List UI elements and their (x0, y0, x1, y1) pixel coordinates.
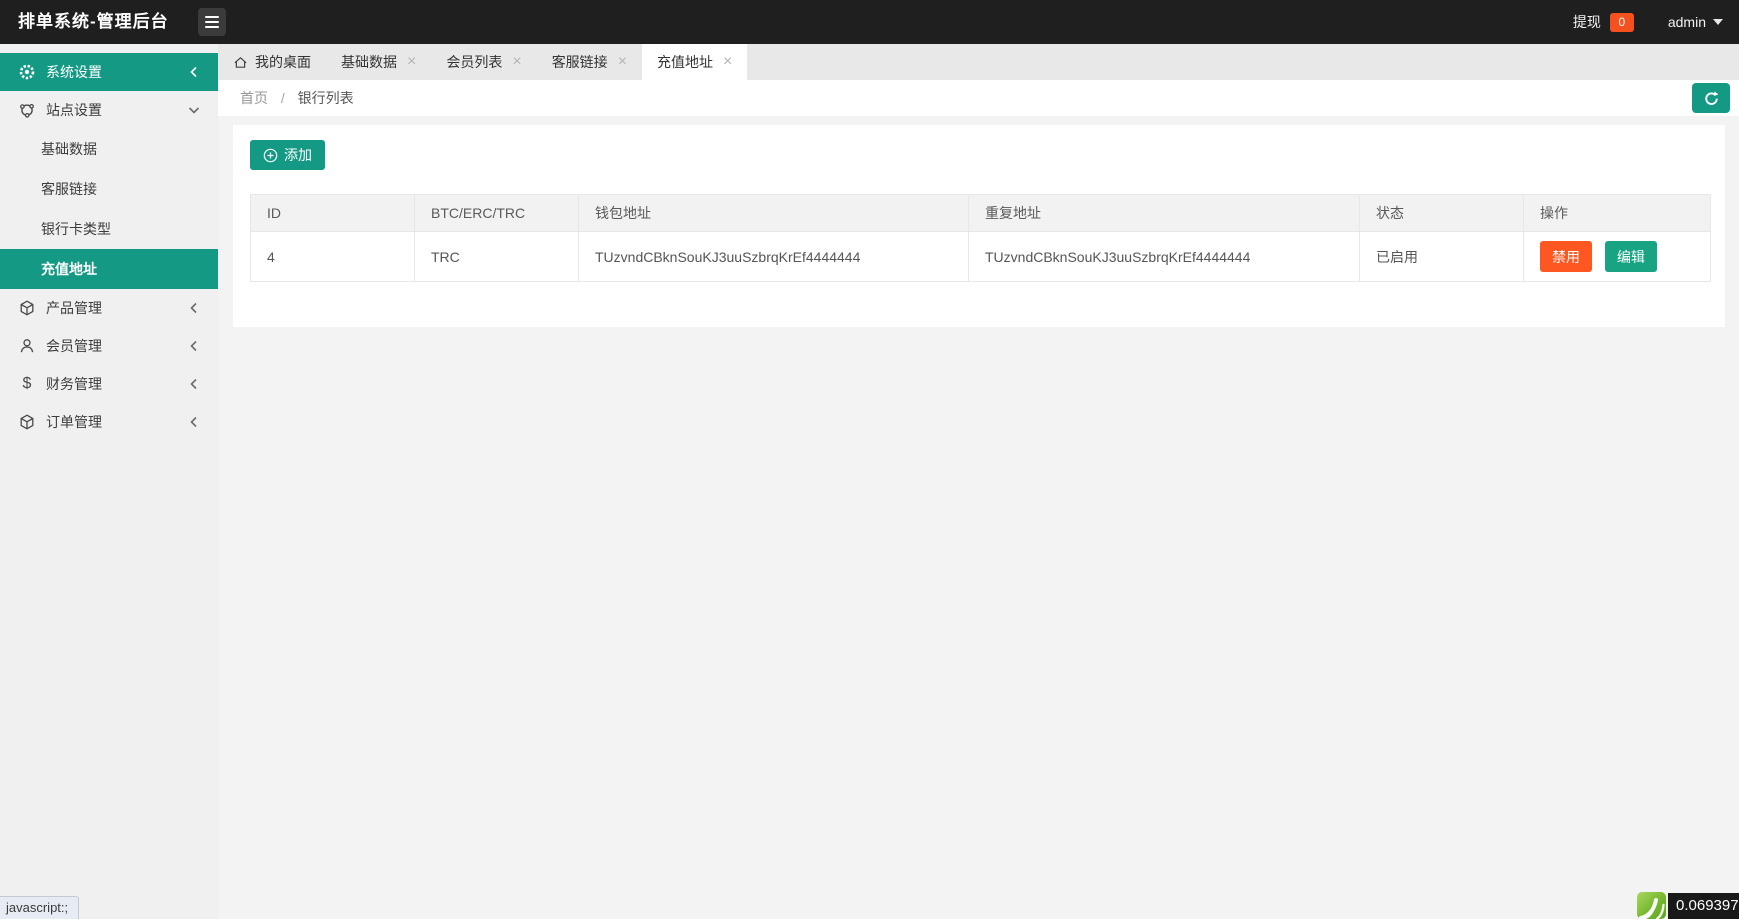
header-wallet-address: 钱包地址 (579, 195, 969, 232)
header-duplicate-address: 重复地址 (969, 195, 1360, 232)
sidebar-item-label: 银行卡类型 (41, 219, 111, 239)
chevron-left-icon (186, 64, 202, 80)
topbar: 排单系统-管理后台 提现 0 admin (0, 0, 1739, 44)
chevron-left-icon (186, 414, 202, 430)
sidebar-item-site-settings[interactable]: 站点设置 (0, 91, 218, 129)
chevron-down-icon (186, 102, 202, 118)
menu-toggle-button[interactable] (198, 8, 226, 36)
refresh-icon (1703, 90, 1720, 107)
address-table: ID BTC/ERC/TRC 钱包地址 重复地址 状态 操作 4 TRC TUz… (250, 194, 1711, 282)
tab-my-desktop[interactable]: 我的桌面 (218, 44, 326, 80)
main-content: 添加 ID BTC/ERC/TRC 钱包地址 重复地址 状态 操作 4 (218, 116, 1739, 919)
close-icon[interactable]: × (618, 55, 627, 69)
breadcrumb: 首页 / 银行列表 (240, 80, 354, 116)
header-chain-type: BTC/ERC/TRC (415, 195, 579, 232)
home-icon (233, 55, 248, 70)
breadcrumb-bar: 首页 / 银行列表 (218, 80, 1739, 116)
plus-circle-icon (263, 148, 278, 163)
close-icon[interactable]: × (723, 55, 732, 69)
leaf-widget-icon[interactable] (1637, 892, 1666, 919)
sidebar: 系统设置 站点设置 基础数据 客服链接 银行卡类型 充值地址 产品管理 (0, 44, 218, 919)
content-card: 添加 ID BTC/ERC/TRC 钱包地址 重复地址 状态 操作 4 (233, 125, 1725, 327)
tab-member-list[interactable]: 会员列表 × (431, 44, 536, 80)
sidebar-item-label: 产品管理 (46, 298, 102, 318)
sidebar-item-service-link[interactable]: 客服链接 (0, 169, 218, 209)
add-button-label: 添加 (284, 145, 312, 165)
user-icon (18, 337, 36, 355)
close-icon[interactable]: × (407, 55, 416, 69)
tab-recharge-address[interactable]: 充值地址 × (642, 44, 747, 80)
sidebar-item-finance-management[interactable]: $ 财务管理 (0, 365, 218, 403)
sidebar-item-label: 客服链接 (41, 179, 97, 199)
chevron-left-icon (186, 376, 202, 392)
tab-label: 充值地址 (657, 52, 713, 72)
tab-label: 会员列表 (446, 52, 502, 72)
table-header-row: ID BTC/ERC/TRC 钱包地址 重复地址 状态 操作 (251, 195, 1711, 232)
close-icon[interactable]: × (512, 55, 521, 69)
user-menu[interactable]: admin (1668, 14, 1706, 30)
add-button[interactable]: 添加 (250, 140, 325, 170)
tab-basic-data[interactable]: 基础数据 × (326, 44, 431, 80)
sidebar-item-label: 订单管理 (46, 412, 102, 432)
hamburger-icon (205, 16, 219, 18)
tab-label: 客服链接 (552, 52, 608, 72)
globe-nodes-icon (18, 101, 36, 119)
sidebar-item-order-management[interactable]: 订单管理 (0, 403, 218, 441)
edit-button[interactable]: 编辑 (1605, 241, 1657, 272)
breadcrumb-current: 银行列表 (298, 90, 354, 106)
cube-icon (18, 413, 36, 431)
header-actions: 操作 (1524, 195, 1711, 232)
tab-service-link[interactable]: 客服链接 × (537, 44, 642, 80)
header-status: 状态 (1360, 195, 1524, 232)
cell-wallet-address: TUzvndCBknSouKJ3uuSzbrqKrEf4444444 (579, 232, 969, 282)
dollar-icon: $ (18, 375, 36, 393)
tab-strip: 我的桌面 基础数据 × 会员列表 × 客服链接 × 充值地址 × (218, 44, 1739, 80)
sidebar-item-member-management[interactable]: 会员管理 (0, 327, 218, 365)
topbar-right: 提现 0 admin (1573, 0, 1723, 44)
caret-down-icon[interactable] (1713, 19, 1723, 25)
chevron-left-icon (186, 338, 202, 354)
sidebar-item-label: 财务管理 (46, 374, 102, 394)
status-link-hint: javascript:; (0, 896, 79, 919)
tab-label: 基础数据 (341, 52, 397, 72)
cell-chain-type: TRC (415, 232, 579, 282)
app-title: 排单系统-管理后台 (18, 0, 169, 44)
sidebar-item-system-settings[interactable]: 系统设置 (0, 53, 218, 91)
chevron-left-icon (186, 300, 202, 316)
sidebar-item-basic-data[interactable]: 基础数据 (0, 129, 218, 169)
sidebar-item-label: 基础数据 (41, 139, 97, 159)
sidebar-item-bankcard-type[interactable]: 银行卡类型 (0, 209, 218, 249)
corner-widget: 0.0693979 (1637, 892, 1739, 919)
sidebar-item-recharge-address[interactable]: 充值地址 (0, 249, 218, 289)
header-id: ID (251, 195, 415, 232)
cell-duplicate-address: TUzvndCBknSouKJ3uuSzbrqKrEf4444444 (969, 232, 1360, 282)
gear-icon (18, 63, 36, 81)
disable-button[interactable]: 禁用 (1540, 241, 1592, 272)
cell-status: 已启用 (1360, 232, 1524, 282)
tab-label: 我的桌面 (255, 52, 311, 72)
withdraw-count-badge[interactable]: 0 (1610, 13, 1634, 32)
cell-id: 4 (251, 232, 415, 282)
cube-icon (18, 299, 36, 317)
withdraw-link[interactable]: 提现 (1573, 12, 1601, 32)
sidebar-item-label: 会员管理 (46, 336, 102, 356)
widget-value: 0.0693979 (1668, 893, 1739, 919)
sidebar-item-label: 充值地址 (41, 259, 97, 279)
breadcrumb-home[interactable]: 首页 (240, 90, 268, 106)
table-row: 4 TRC TUzvndCBknSouKJ3uuSzbrqKrEf4444444… (251, 232, 1711, 282)
breadcrumb-separator: / (281, 90, 285, 106)
cell-actions: 禁用 编辑 (1524, 232, 1711, 282)
refresh-button[interactable] (1692, 83, 1730, 113)
sidebar-item-label: 站点设置 (46, 100, 102, 120)
sidebar-item-label: 系统设置 (46, 62, 102, 82)
sidebar-item-product-management[interactable]: 产品管理 (0, 289, 218, 327)
